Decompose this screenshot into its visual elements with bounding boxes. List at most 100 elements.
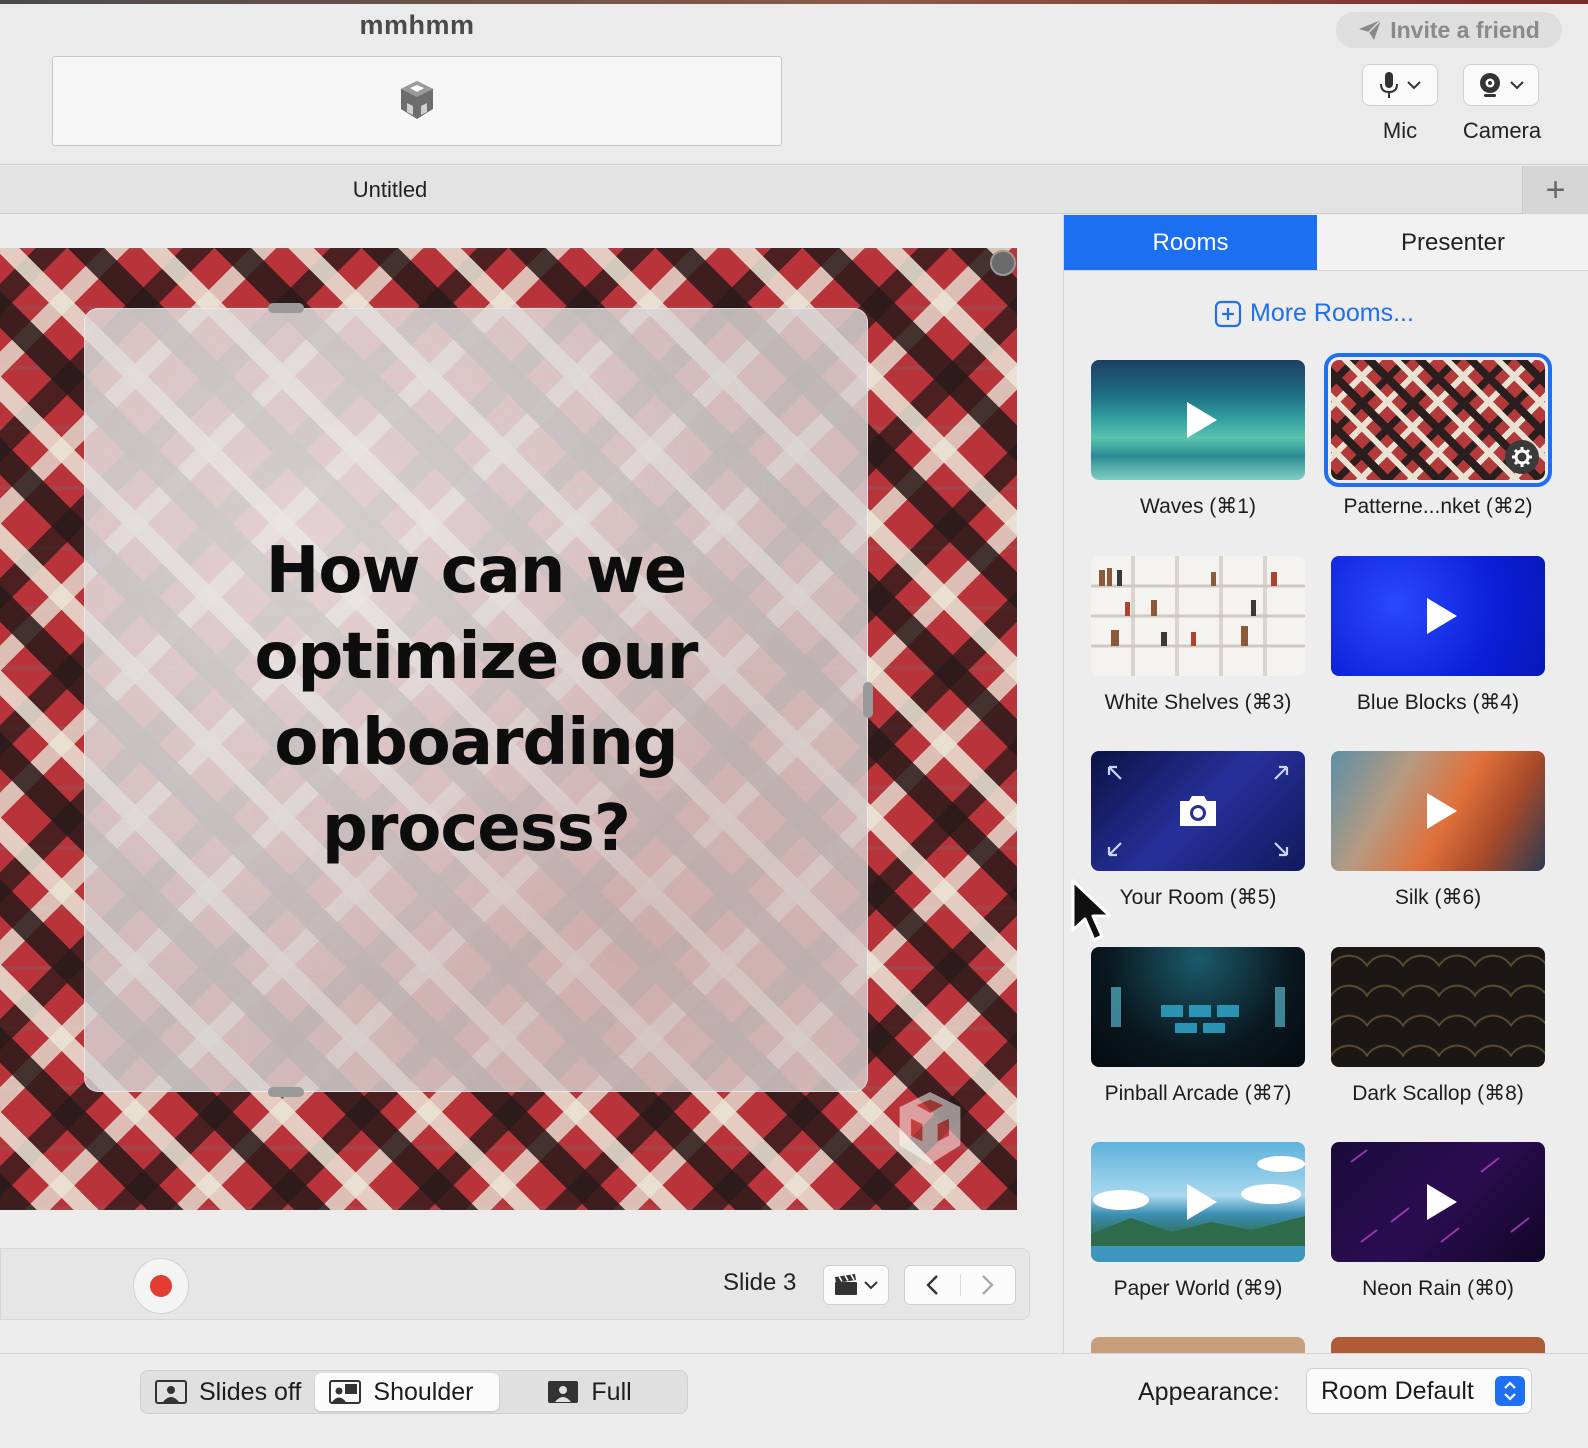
slide-number: Slide 3 bbox=[723, 1269, 797, 1296]
slide-card[interactable]: How can we optimize our onboarding proce… bbox=[84, 308, 868, 1092]
rooms-panel: Rooms Presenter More Rooms... Waves (⌘1)… bbox=[1063, 215, 1588, 1353]
room-thumbnail bbox=[1091, 1337, 1305, 1353]
updown-chevron-icon bbox=[1495, 1376, 1525, 1406]
resize-handle-right[interactable] bbox=[863, 682, 873, 718]
tab-rooms[interactable]: Rooms bbox=[1064, 215, 1317, 270]
top-bar: mmhmm Invite a friend Mic Camera bbox=[0, 0, 1588, 165]
full-layout-icon bbox=[548, 1381, 579, 1403]
document-title: Untitled bbox=[352, 177, 428, 202]
room-waves[interactable]: Waves (⌘1) bbox=[1091, 360, 1305, 519]
expand-arrows-icon bbox=[1107, 765, 1289, 857]
room-neon-rain[interactable]: Neon Rain (⌘0) bbox=[1331, 1142, 1545, 1301]
document-tab-strip: Untitled + bbox=[0, 166, 1588, 214]
more-rooms-label: More Rooms... bbox=[1250, 299, 1414, 327]
invite-friend-button[interactable]: Invite a friend bbox=[1336, 12, 1562, 48]
room-thumbnail bbox=[1091, 556, 1305, 676]
slide-text: How can we optimize our onboarding proce… bbox=[254, 534, 699, 866]
record-dot-icon bbox=[150, 1275, 172, 1297]
room-label: Blue Blocks (⌘4) bbox=[1356, 691, 1520, 714]
stage-corner-button[interactable] bbox=[990, 250, 1016, 276]
room-your-room[interactable]: Your Room (⌘5) bbox=[1091, 751, 1305, 910]
room-thumbnail bbox=[1091, 947, 1305, 1067]
play-icon bbox=[1187, 1184, 1217, 1220]
room-thumbnail bbox=[1331, 947, 1545, 1067]
play-icon bbox=[1427, 1184, 1457, 1220]
room-label: Paper World (⌘9) bbox=[1113, 1277, 1283, 1300]
layout-label: Full bbox=[591, 1377, 632, 1406]
presentation-controls: Slide 3 bbox=[0, 1248, 1030, 1320]
room-paper-world[interactable]: Paper World (⌘9) bbox=[1091, 1142, 1305, 1301]
room-partial-right[interactable] bbox=[1331, 1337, 1545, 1353]
presenter-preview[interactable] bbox=[52, 56, 782, 146]
tab-presenter[interactable]: Presenter bbox=[1317, 215, 1588, 270]
room-label: Silk (⌘6) bbox=[1394, 886, 1482, 909]
play-icon bbox=[1427, 793, 1457, 829]
chevron-left-icon bbox=[926, 1275, 939, 1295]
room-label: White Shelves (⌘3) bbox=[1104, 691, 1292, 714]
layout-label: Shoulder bbox=[373, 1377, 474, 1406]
room-thumbnail bbox=[1331, 1142, 1545, 1262]
stage-area: How can we optimize our onboarding proce… bbox=[0, 215, 1063, 1353]
room-label: Patterne...nket (⌘2) bbox=[1343, 495, 1533, 518]
resize-handle-top[interactable] bbox=[268, 303, 304, 313]
room-label: Waves (⌘1) bbox=[1140, 495, 1256, 518]
room-thumbnail bbox=[1331, 556, 1545, 676]
room-settings-button[interactable] bbox=[1505, 440, 1539, 474]
more-rooms-link[interactable]: More Rooms... bbox=[1214, 299, 1414, 328]
gear-icon bbox=[1512, 447, 1532, 467]
room-label: Pinball Arcade (⌘7) bbox=[1104, 1082, 1292, 1105]
appearance-value: Room Default bbox=[1321, 1376, 1474, 1405]
room-thumbnail bbox=[1091, 1142, 1305, 1262]
slide-navigation bbox=[904, 1265, 1016, 1305]
previous-slide-button[interactable] bbox=[905, 1266, 960, 1304]
record-button[interactable] bbox=[133, 1258, 189, 1314]
room-silk[interactable]: Silk (⌘6) bbox=[1331, 751, 1545, 910]
window-edge bbox=[0, 0, 1588, 4]
chevron-down-icon bbox=[1407, 81, 1421, 90]
layout-full[interactable]: Full bbox=[533, 1373, 645, 1411]
room-patterned-blanket[interactable]: Patterne...nket (⌘2) bbox=[1324, 353, 1552, 519]
play-icon bbox=[1187, 402, 1217, 438]
slides-off-icon bbox=[155, 1380, 187, 1404]
appearance-select[interactable]: Room Default bbox=[1306, 1368, 1532, 1414]
room-thumbnail bbox=[1091, 751, 1305, 871]
mic-dropdown-button[interactable] bbox=[1362, 64, 1438, 106]
invite-label: Invite a friend bbox=[1390, 16, 1540, 43]
resize-handle-bottom[interactable] bbox=[268, 1087, 304, 1097]
room-white-shelves[interactable]: White Shelves (⌘3) bbox=[1091, 556, 1305, 715]
bottom-bar: Slides off Shoulder Full Appearance: Roo… bbox=[0, 1353, 1588, 1448]
room-dark-scallop[interactable]: Dark Scallop (⌘8) bbox=[1331, 947, 1545, 1106]
room-label: Neon Rain (⌘0) bbox=[1362, 1277, 1514, 1300]
layout-shoulder[interactable]: Shoulder bbox=[315, 1373, 500, 1411]
layout-label: Slides off bbox=[199, 1377, 302, 1406]
camera-label: Camera bbox=[1462, 118, 1542, 143]
webcam-icon bbox=[1480, 73, 1500, 97]
room-stage[interactable]: How can we optimize our onboarding proce… bbox=[0, 248, 1017, 1210]
room-partial-left[interactable] bbox=[1091, 1337, 1305, 1353]
room-blue-blocks[interactable]: Blue Blocks (⌘4) bbox=[1331, 556, 1545, 715]
appearance-label: Appearance: bbox=[1138, 1378, 1280, 1406]
play-icon bbox=[1427, 598, 1457, 634]
chevron-down-icon bbox=[1510, 81, 1524, 90]
chevron-right-icon bbox=[981, 1275, 994, 1295]
room-thumbnail bbox=[1324, 353, 1552, 487]
add-tab-button[interactable]: + bbox=[1522, 166, 1588, 214]
mouse-cursor-icon bbox=[1070, 878, 1114, 953]
room-label: Dark Scallop (⌘8) bbox=[1352, 1082, 1524, 1105]
chevron-down-icon bbox=[864, 1281, 878, 1290]
document-tab[interactable]: Untitled bbox=[0, 166, 1522, 214]
next-slide-button[interactable] bbox=[961, 1266, 1016, 1304]
paper-plane-icon bbox=[1359, 19, 1382, 40]
mmhmm-watermark-icon bbox=[892, 1088, 968, 1177]
mic-label: Mic bbox=[1382, 118, 1418, 143]
room-pinball-arcade[interactable]: Pinball Arcade (⌘7) bbox=[1091, 947, 1305, 1106]
room-thumbnail bbox=[1331, 751, 1545, 871]
slide-effects-dropdown[interactable] bbox=[823, 1265, 889, 1305]
microphone-icon bbox=[1380, 72, 1398, 98]
arcade-image bbox=[1111, 987, 1285, 1033]
layout-slides-off[interactable]: Slides off bbox=[141, 1373, 315, 1411]
room-thumbnail bbox=[1091, 360, 1305, 480]
camera-dropdown-button[interactable] bbox=[1463, 64, 1539, 106]
app-title: mmhmm bbox=[359, 10, 475, 40]
room-thumbnail bbox=[1331, 1337, 1545, 1353]
